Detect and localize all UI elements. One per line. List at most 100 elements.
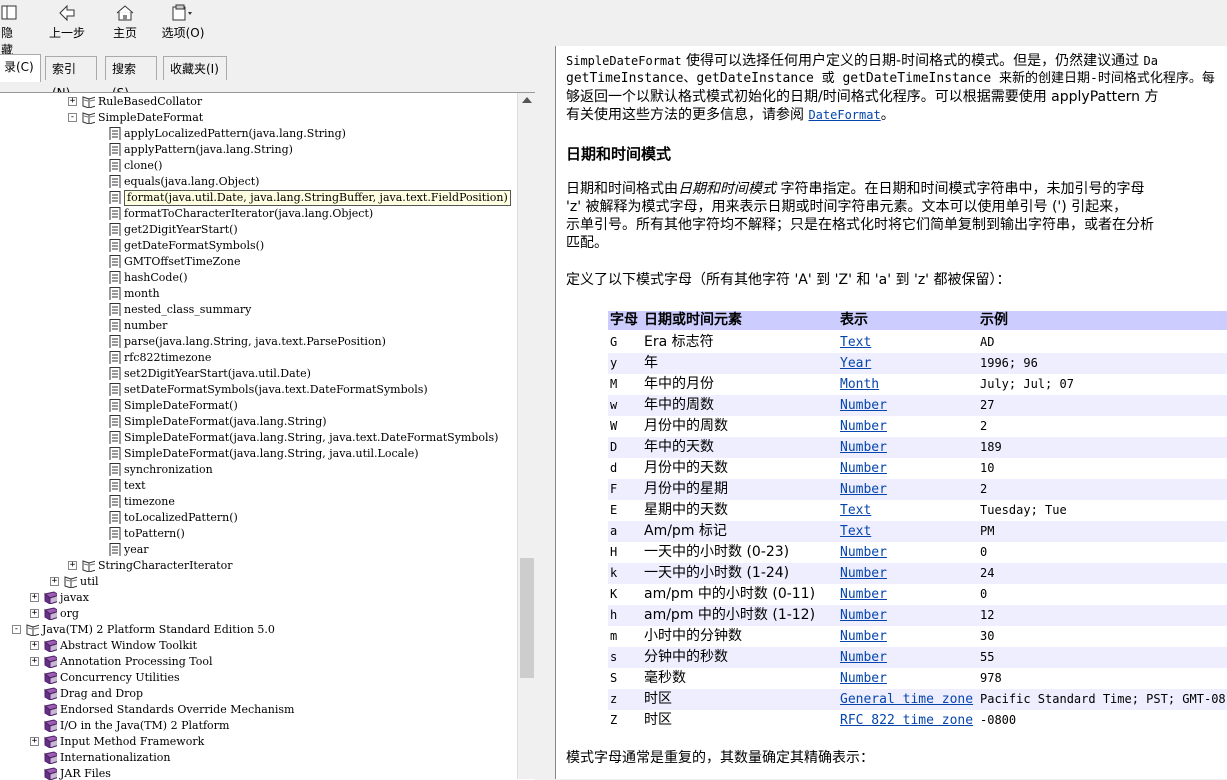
dateformat-link[interactable]: DateFormat — [808, 108, 880, 122]
collapse-icon[interactable]: - — [12, 625, 21, 634]
hide-button[interactable]: 隐藏 — [0, 4, 22, 57]
cell-example: 1996; 96 — [980, 356, 1038, 370]
tree-node-label[interactable]: get2DigitYearStart() — [124, 222, 238, 238]
tree-node-label[interactable]: number — [124, 318, 167, 334]
tree-node-label[interactable]: util — [80, 574, 99, 590]
tree-node-label[interactable]: Input Method Framework — [60, 734, 204, 750]
pane-splitter[interactable] — [547, 46, 555, 779]
options-button[interactable]: 选项(O) — [160, 4, 206, 44]
back-button[interactable]: 上一步 — [45, 4, 89, 44]
presentation-link[interactable]: Number — [840, 563, 887, 584]
tree-node-label[interactable]: month — [124, 286, 160, 302]
presentation-link[interactable]: Number — [840, 479, 887, 500]
tree-node-label[interactable]: JAR Files — [60, 766, 111, 780]
contents-tree[interactable]: + RuleBasedCollator - SimpleDateFormat apply… — [0, 92, 535, 780]
tree-node-label[interactable]: applyPattern(java.lang.String) — [124, 142, 293, 158]
expand-icon[interactable]: + — [30, 737, 39, 746]
tree-node-label[interactable]: text — [124, 478, 146, 494]
presentation-link[interactable]: RFC 822 time zone — [840, 710, 973, 731]
presentation-link[interactable]: Number — [840, 458, 887, 479]
expand-icon[interactable]: + — [30, 609, 39, 618]
tree-node-label[interactable]: equals(java.lang.Object) — [124, 174, 259, 190]
expand-icon[interactable]: + — [68, 561, 77, 570]
tree-node-label[interactable]: SimpleDateFormat — [98, 110, 203, 126]
tree-node-label[interactable]: synchronization — [124, 462, 213, 478]
expand-icon[interactable]: + — [68, 97, 77, 106]
expand-icon[interactable]: + — [50, 577, 59, 586]
presentation-link[interactable]: Text — [840, 521, 871, 542]
tree-node-label[interactable]: SimpleDateFormat(java.lang.String) — [124, 414, 327, 430]
tree-node-label[interactable]: javax — [60, 590, 89, 606]
tree-node-label[interactable]: clone() — [124, 158, 162, 174]
presentation-link[interactable]: General time zone — [840, 689, 973, 710]
tree-node-label[interactable]: Abstract Window Toolkit — [60, 638, 197, 654]
pattern-line-4: 匹配。 — [566, 235, 608, 251]
presentation-link[interactable]: Text — [840, 500, 871, 521]
presentation-link[interactable]: Number — [840, 605, 887, 626]
table-row: S 毫秒数 Number 978 — [608, 668, 1227, 689]
presentation-link[interactable]: Number — [840, 416, 887, 437]
tree-node-label[interactable]: GMTOffsetTimeZone — [124, 254, 240, 270]
tree-node-label[interactable]: toPattern() — [124, 526, 185, 542]
scroll-up-icon[interactable] — [522, 97, 532, 103]
tree-node-label[interactable]: I/O in the Java(TM) 2 Platform — [60, 718, 229, 734]
open-book-icon — [82, 112, 95, 124]
options-icon — [172, 4, 192, 21]
tree-node-label[interactable]: rfc822timezone — [124, 350, 211, 366]
tree-scrollbar[interactable] — [517, 93, 536, 779]
tree-node-label[interactable]: SimpleDateFormat(java.lang.String, java.… — [124, 430, 498, 446]
tree-node-label[interactable]: Java(TM) 2 Platform Standard Edition 5.0 — [42, 622, 275, 638]
tree-node-label[interactable]: Annotation Processing Tool — [60, 654, 213, 670]
tree-node-label[interactable]: formatToCharacterIterator(java.lang.Obje… — [124, 206, 373, 222]
tree-node-label[interactable]: org — [60, 606, 79, 622]
page-icon — [109, 527, 121, 540]
header-example: 示例 — [980, 312, 1008, 328]
tree-node-label[interactable]: SimpleDateFormat(java.lang.String, java.… — [124, 446, 419, 462]
tree-node-label[interactable]: timezone — [124, 494, 175, 510]
cell-example: AD — [980, 335, 995, 349]
tree-node-label[interactable]: Drag and Drop — [60, 686, 143, 702]
tree-scroll-thumb[interactable] — [520, 558, 534, 678]
tree-node-label[interactable]: format(java.util.Date, java.lang.StringB… — [124, 190, 511, 206]
cell-example: 24 — [980, 566, 995, 580]
header-letter: 字母 — [610, 312, 638, 328]
cell-letter: K — [610, 587, 618, 601]
presentation-link[interactable]: Text — [840, 332, 871, 353]
home-button[interactable]: 主页 — [110, 4, 140, 44]
tree-node-label[interactable]: Internationalization — [60, 750, 171, 766]
presentation-link[interactable]: Year — [840, 353, 871, 374]
tree-node-label[interactable]: set2DigitYearStart(java.util.Date) — [124, 366, 311, 382]
presentation-link[interactable]: Number — [840, 437, 887, 458]
tab-contents[interactable]: 录(C) — [0, 54, 41, 82]
cell-example: 30 — [980, 629, 995, 643]
tab-favorites[interactable]: 收藏夹(I) — [163, 56, 227, 80]
tree-node-label[interactable]: nested_class_summary — [124, 302, 251, 318]
collapse-icon[interactable]: - — [68, 113, 77, 122]
tree-node-label[interactable]: StringCharacterIterator — [98, 558, 232, 574]
expand-icon[interactable]: + — [30, 641, 39, 650]
presentation-link[interactable]: Month — [840, 374, 879, 395]
tree-node-label[interactable]: applyLocalizedPattern(java.lang.String) — [124, 126, 346, 142]
table-row: Kam/pm 中的小时数 (0-11) Number 0 — [608, 584, 1227, 605]
expand-icon[interactable]: + — [30, 657, 39, 666]
presentation-link[interactable]: Number — [840, 668, 887, 689]
presentation-link[interactable]: Number — [840, 626, 887, 647]
tree-node-label[interactable]: RuleBasedCollator — [98, 94, 202, 110]
expand-icon[interactable]: + — [30, 593, 39, 602]
tab-search[interactable]: 搜索(S) — [105, 56, 157, 100]
tree-node-label[interactable]: parse(java.lang.String, java.text.ParseP… — [124, 334, 386, 350]
tree-node-label[interactable]: SimpleDateFormat() — [124, 398, 238, 414]
page-icon — [109, 383, 121, 396]
presentation-link[interactable]: Number — [840, 542, 887, 563]
presentation-link[interactable]: Number — [840, 395, 887, 416]
tree-node-label[interactable]: setDateFormatSymbols(java.text.DateForma… — [124, 382, 428, 398]
tree-node-label[interactable]: Endorsed Standards Override Mechanism — [60, 702, 294, 718]
tree-node-label[interactable]: hashCode() — [124, 270, 188, 286]
presentation-link[interactable]: Number — [840, 647, 887, 668]
tree-node-label[interactable]: toLocalizedPattern() — [124, 510, 238, 526]
tree-node-label[interactable]: getDateFormatSymbols() — [124, 238, 264, 254]
presentation-link[interactable]: Number — [840, 584, 887, 605]
tree-node-label[interactable]: year — [124, 542, 149, 558]
tab-index[interactable]: 索引(N) — [45, 56, 97, 100]
tree-node-label[interactable]: Concurrency Utilities — [60, 670, 180, 686]
